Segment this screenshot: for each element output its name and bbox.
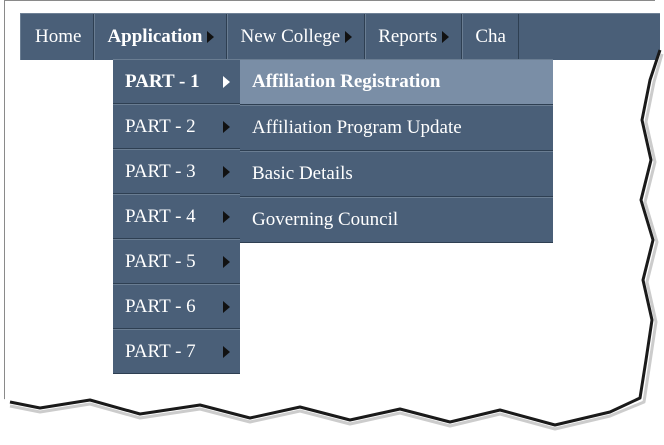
submenu-arrow-icon	[223, 345, 230, 358]
submenu-arrow-icon	[223, 300, 230, 313]
submenu-item-part-5[interactable]: PART - 5	[113, 239, 240, 284]
submenu-item-label: PART - 5	[125, 250, 196, 272]
submenu-arrow-icon	[223, 210, 230, 223]
submenu-item-label: PART - 3	[125, 160, 196, 182]
flyout-item-label: Affiliation Registration	[252, 71, 441, 92]
menu-item-reports[interactable]: Reports	[365, 14, 463, 60]
submenu-item-part-2[interactable]: PART - 2	[113, 104, 240, 149]
submenu-arrow-icon	[442, 31, 450, 43]
application-submenu: PART - 1 PART - 2 PART - 3 PART - 4 PART…	[113, 59, 240, 374]
flyout-item-label: Affiliation Program Update	[252, 117, 462, 138]
submenu-item-label: PART - 2	[125, 115, 196, 137]
menu-item-new-college[interactable]: New College	[227, 14, 366, 60]
submenu-item-part-7[interactable]: PART - 7	[113, 329, 240, 374]
submenu-item-label: PART - 7	[125, 340, 196, 362]
menu-item-home[interactable]: Home	[20, 14, 95, 60]
flyout-item-governing-council[interactable]: Governing Council	[240, 197, 553, 243]
flyout-item-affiliation-program-update[interactable]: Affiliation Program Update	[240, 105, 553, 151]
menu-item-label: New College	[240, 26, 341, 47]
flyout-item-affiliation-registration[interactable]: Affiliation Registration	[240, 59, 553, 105]
submenu-arrow-icon	[223, 255, 230, 268]
main-menu-bar: Home Application New College Reports Cha	[20, 13, 660, 60]
menu-item-label: Cha	[475, 26, 506, 47]
submenu-arrow-icon	[345, 31, 353, 43]
menu-item-application[interactable]: Application	[94, 14, 228, 60]
menu-item-label: Application	[107, 26, 203, 47]
submenu-arrow-icon	[223, 75, 230, 88]
submenu-item-label: PART - 4	[125, 205, 196, 227]
submenu-item-label: PART - 1	[125, 70, 200, 92]
flyout-item-basic-details[interactable]: Basic Details	[240, 151, 553, 197]
submenu-arrow-icon	[223, 120, 230, 133]
submenu-item-part-1[interactable]: PART - 1	[113, 59, 240, 104]
submenu-arrow-icon	[207, 31, 215, 43]
menu-item-label: Home	[35, 26, 82, 47]
submenu-item-part-4[interactable]: PART - 4	[113, 194, 240, 239]
submenu-arrow-icon	[223, 165, 230, 178]
part-1-flyout-menu: Affiliation Registration Affiliation Pro…	[240, 59, 553, 243]
submenu-item-part-3[interactable]: PART - 3	[113, 149, 240, 194]
submenu-item-label: PART - 6	[125, 295, 196, 317]
menu-item-truncated[interactable]: Cha	[462, 14, 519, 60]
flyout-item-label: Basic Details	[252, 163, 353, 184]
submenu-item-part-6[interactable]: PART - 6	[113, 284, 240, 329]
flyout-item-label: Governing Council	[252, 209, 399, 230]
menu-item-label: Reports	[378, 26, 438, 47]
